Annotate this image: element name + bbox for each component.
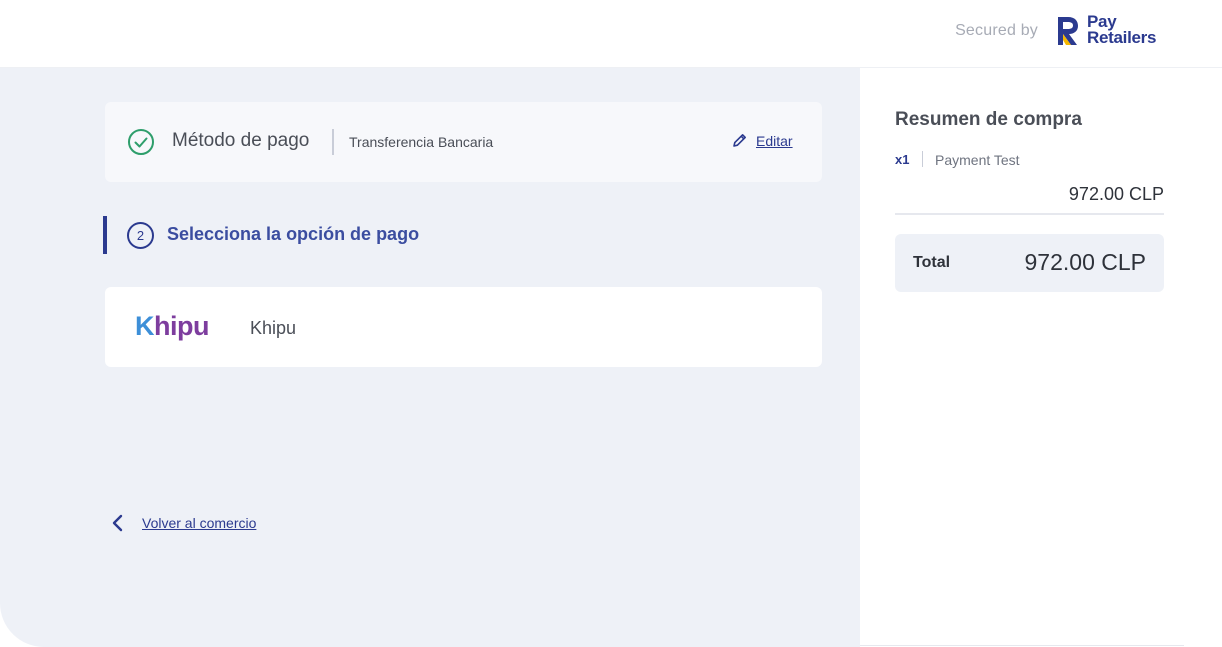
payretailers-mark-icon — [1058, 17, 1078, 45]
bottom-divider — [860, 645, 1184, 646]
check-circle-icon — [128, 129, 154, 155]
total-box: Total 972.00 CLP — [895, 234, 1164, 292]
khipu-logo-rest: hipu — [154, 311, 209, 341]
item-price: 972.00 CLP — [1068, 184, 1164, 204]
brand-line-retailers: Retailers — [1087, 28, 1157, 47]
step-indicator-bar — [103, 216, 107, 254]
step-number-badge: 2 — [127, 222, 154, 249]
divider — [332, 129, 334, 155]
checkout-page: Secured by Pay Retailers Método de pago … — [0, 0, 1222, 647]
chevron-left-icon — [112, 514, 123, 532]
payment-method-title: Método de pago — [172, 130, 310, 151]
header: Secured by Pay Retailers — [0, 0, 1222, 68]
edit-payment-method-link[interactable]: Editar — [731, 132, 793, 149]
payment-method-value: Transferencia Bancaria — [349, 134, 494, 150]
product-name: Payment Test — [935, 152, 1020, 168]
payment-method-card: Método de pago Transferencia Bancaria Ed… — [105, 102, 822, 182]
payment-option-khipu[interactable]: Khipu Khipu — [105, 287, 822, 367]
summary-divider — [895, 213, 1164, 215]
order-summary-panel: Resumen de compra x1 Payment Test 972.00… — [860, 68, 1222, 647]
summary-title: Resumen de compra — [895, 109, 1082, 130]
divider — [922, 151, 923, 167]
total-value: 972.00 CLP — [1024, 249, 1146, 275]
back-to-merchant-link[interactable]: Volver al comercio — [110, 514, 256, 532]
khipu-logo-k: K — [135, 311, 155, 341]
secured-by-text: Secured by — [955, 22, 1038, 39]
brand-wordmark: Pay Retailers — [1087, 13, 1157, 47]
back-label: Volver al comercio — [142, 515, 257, 531]
step-title: Selecciona la opción de pago — [167, 224, 420, 244]
khipu-logo: Khipu — [135, 311, 209, 342]
item-quantity: x1 — [895, 152, 910, 167]
payretailers-logo: Pay Retailers — [1054, 13, 1166, 50]
total-label: Total — [913, 254, 951, 271]
payment-main-panel: Método de pago Transferencia Bancaria Ed… — [0, 68, 860, 647]
edit-label: Editar — [756, 132, 793, 149]
payment-option-label: Khipu — [250, 318, 297, 338]
pencil-icon — [733, 134, 746, 147]
